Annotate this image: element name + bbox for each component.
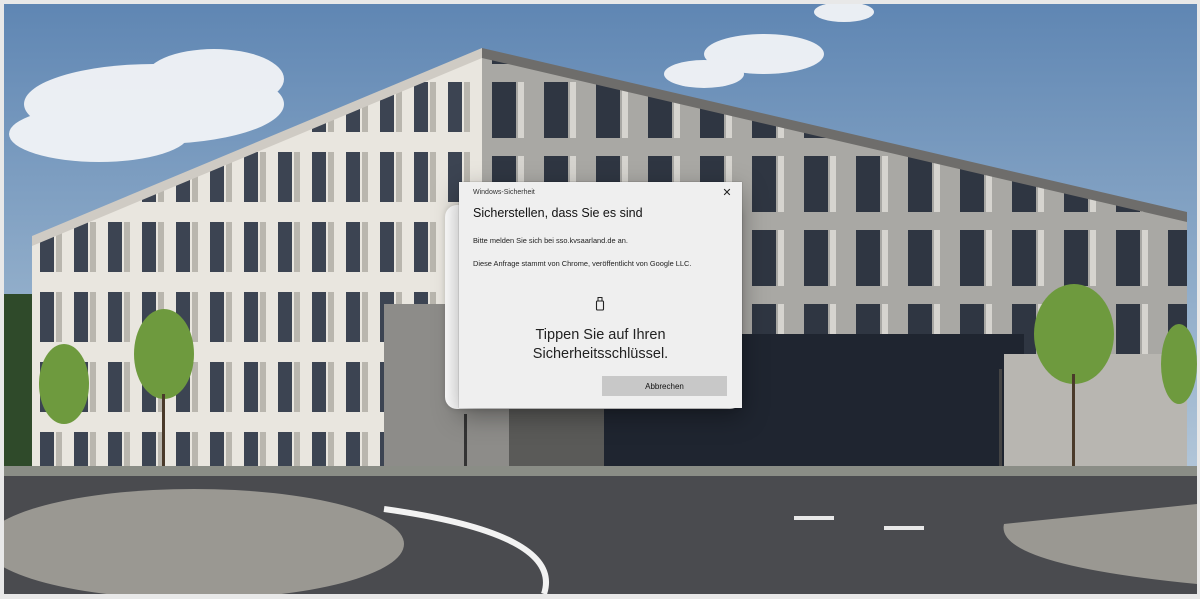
prompt-line-1: Tippen Sie auf Ihren: [535, 327, 666, 343]
cancel-button[interactable]: Abbrechen: [602, 376, 727, 396]
prompt-line-2: Sicherheitsschlüssel.: [532, 346, 669, 362]
dialog-window-title: Windows-Sicherheit: [473, 189, 535, 196]
request-origin-text: Diese Anfrage stammt von Chrome, veröffe…: [473, 259, 692, 268]
windows-security-dialog: Windows-Sicherheit ✕ Sicherstellen, dass…: [459, 182, 742, 408]
usb-security-key-icon: [595, 297, 605, 311]
tap-security-key-prompt: Tippen Sie auf Ihren Sicherheitsschlüsse…: [489, 326, 712, 364]
close-icon: ✕: [722, 187, 732, 199]
signin-instruction: Bitte melden Sie sich bei sso.kvsaarland…: [473, 236, 628, 245]
close-button[interactable]: ✕: [720, 186, 734, 200]
dialog-heading: Sicherstellen, dass Sie es sind: [473, 206, 643, 220]
